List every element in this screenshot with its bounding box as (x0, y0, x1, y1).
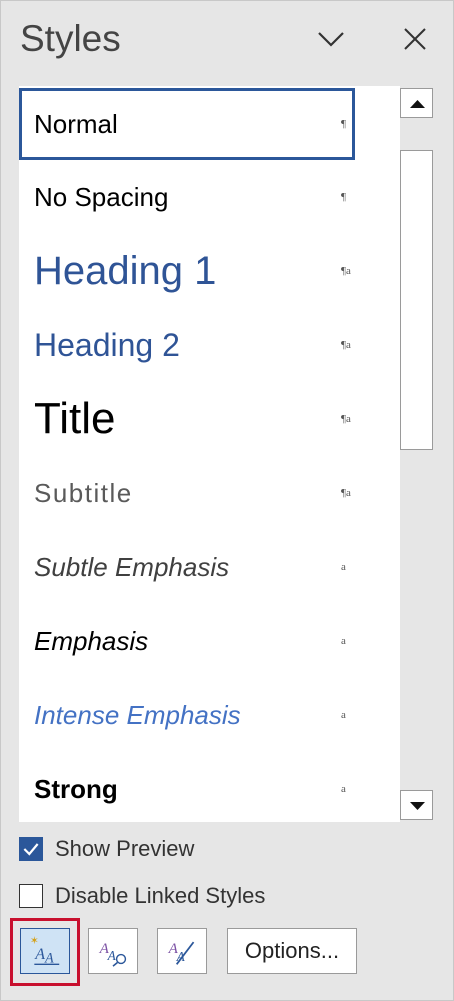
linked-mark-icon: ¶a (341, 413, 351, 425)
pane-title: Styles (20, 18, 121, 59)
paragraph-mark-icon: ¶ (341, 118, 346, 130)
character-mark-icon: a (341, 635, 346, 647)
close-icon (404, 28, 426, 50)
style-item-no-spacing[interactable]: No Spacing ¶ (19, 160, 400, 234)
style-name: Subtle Emphasis (34, 551, 230, 582)
scroll-up-button[interactable] (400, 88, 433, 118)
svg-text:A: A (176, 949, 186, 964)
checkmark-icon (23, 843, 39, 856)
style-item-heading-2[interactable]: Heading 2 ¶a (19, 308, 400, 382)
new-style-icon: ✶ A A (30, 935, 60, 967)
linked-mark-icon: ¶a (341, 339, 351, 351)
character-mark-icon: a (341, 709, 346, 721)
linked-mark-icon: ¶a (341, 487, 351, 499)
style-name: Heading 1 (34, 248, 217, 293)
vertical-scrollbar[interactable] (400, 86, 435, 822)
svg-text:A: A (107, 948, 117, 963)
triangle-down-icon (410, 802, 425, 810)
scroll-thumb[interactable] (400, 150, 433, 450)
style-name: Strong (34, 773, 118, 804)
style-name: Normal (34, 108, 118, 139)
triangle-up-icon (410, 100, 425, 108)
show-preview-checkbox[interactable] (19, 837, 43, 861)
close-button[interactable] (398, 22, 432, 56)
paragraph-mark-icon: ¶ (341, 191, 346, 203)
collapse-button[interactable] (314, 22, 348, 56)
svg-text:A: A (34, 946, 45, 963)
style-inspector-button[interactable]: A A (88, 928, 138, 974)
style-name: Intense Emphasis (34, 699, 241, 730)
style-item-heading-1[interactable]: Heading 1 ¶a (19, 234, 400, 308)
linked-mark-icon: ¶a (341, 265, 351, 277)
style-inspector-icon: A A (99, 941, 127, 967)
new-style-button[interactable]: ✶ A A (20, 928, 70, 974)
style-item-strong[interactable]: Strong a (19, 752, 400, 822)
manage-styles-button[interactable]: A A (157, 928, 207, 974)
styles-list: Normal ¶ No Spacing ¶ Heading 1 ¶a Headi… (19, 86, 400, 822)
disable-linked-styles-label: Disable Linked Styles (55, 883, 266, 908)
style-item-subtle-emphasis[interactable]: Subtle Emphasis a (19, 530, 400, 604)
manage-styles-icon: A A (168, 941, 195, 965)
style-name: Heading 2 (34, 326, 180, 363)
options-button[interactable]: Options... (227, 928, 357, 974)
style-name: Subtitle (34, 477, 133, 508)
style-item-title[interactable]: Title ¶a (19, 382, 400, 456)
style-name: Emphasis (34, 625, 149, 656)
style-item-intense-emphasis[interactable]: Intense Emphasis a (19, 678, 400, 752)
style-item-emphasis[interactable]: Emphasis a (19, 604, 400, 678)
disable-linked-styles-checkbox[interactable] (19, 884, 43, 908)
style-name: No Spacing (34, 181, 169, 212)
character-mark-icon: a (341, 783, 346, 795)
style-name: Title (34, 394, 116, 443)
character-mark-icon: a (341, 561, 346, 573)
scroll-down-button[interactable] (400, 790, 433, 820)
show-preview-option[interactable]: Show Preview (19, 836, 194, 862)
chevron-down-icon (318, 32, 344, 47)
style-item-subtitle[interactable]: Subtitle ¶a (19, 456, 400, 530)
show-preview-label: Show Preview (55, 836, 195, 861)
svg-text:✶: ✶ (30, 935, 39, 947)
style-item-normal[interactable]: Normal ¶ (19, 88, 355, 160)
disable-linked-styles-option[interactable]: Disable Linked Styles (19, 883, 265, 909)
